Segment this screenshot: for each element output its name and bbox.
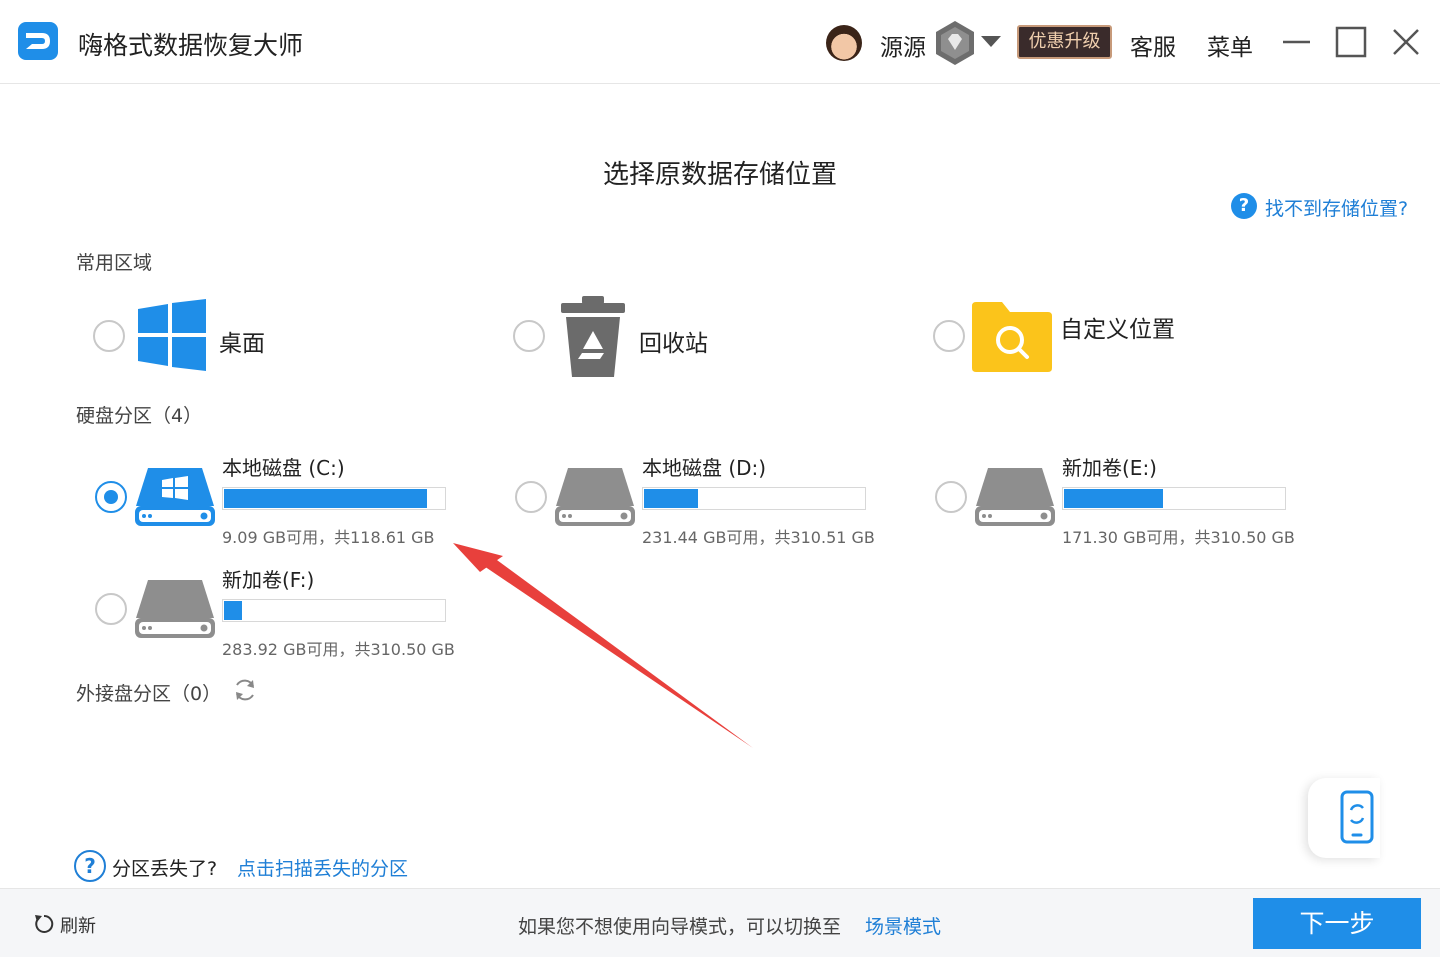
help-circle-icon: ? — [74, 850, 106, 882]
scene-mode-link[interactable]: 场景模式 — [865, 912, 941, 939]
mode-hint-text: 如果您不想使用向导模式，可以切换至 — [518, 916, 842, 938]
refresh-icon — [35, 914, 54, 933]
annotation-arrow — [453, 543, 753, 748]
side-float-panel[interactable] — [1308, 778, 1380, 858]
lost-partition-text: 分区丢失了? — [112, 858, 218, 880]
scan-lost-partition-link[interactable]: 点击扫描丢失的分区 — [237, 854, 408, 881]
phone-recovery-icon — [1340, 790, 1374, 844]
refresh-label: 刷新 — [60, 916, 96, 937]
footer-bar: 刷新 如果您不想使用向导模式，可以切换至 场景模式 下一步 — [0, 888, 1440, 957]
next-step-button[interactable]: 下一步 — [1253, 898, 1421, 949]
